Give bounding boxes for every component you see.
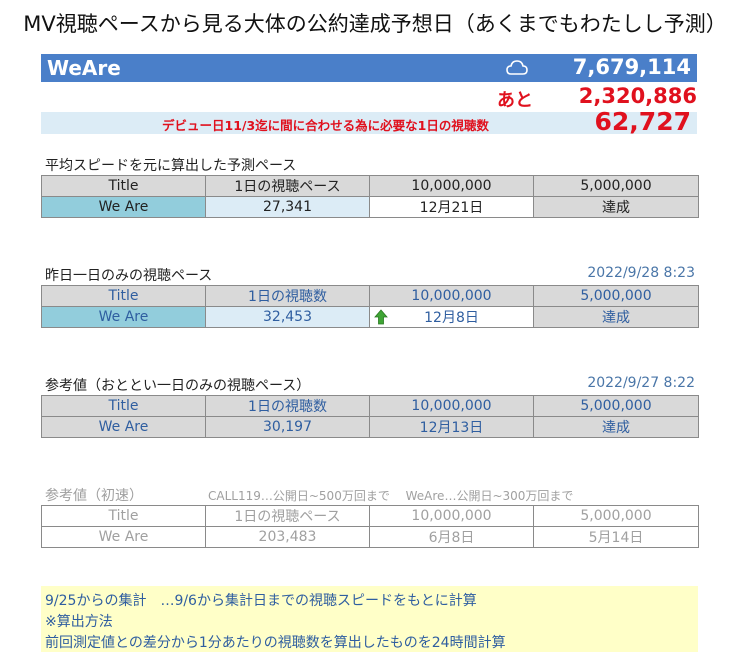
header-cell: 5,000,000 (533, 395, 699, 417)
avg-heading: 平均スピードを元に算出した予測ペース (45, 158, 297, 174)
header-cell: 1日の視聴ペース (205, 505, 370, 527)
pace-cell: 203,483 (205, 526, 370, 548)
table-header-row: Title 1日の視聴ペース 10,000,000 5,000,000 (41, 505, 699, 527)
header-cell: 10,000,000 (369, 505, 534, 527)
date-5m-cell: 達成 (533, 306, 699, 328)
table-row: We Are 27,341 12月21日 達成 (41, 196, 699, 218)
yesterday-timestamp: 2022/9/28 8:23 (587, 265, 695, 281)
header-cell: 5,000,000 (533, 285, 699, 307)
views-value: 32,453 (263, 309, 312, 325)
artist-name: WeAre (47, 56, 121, 80)
header-cell: Title (41, 395, 206, 417)
yesterday-table: Title 1日の視聴数 10,000,000 5,000,000 We Are… (41, 285, 699, 328)
remaining-value: 2,320,886 (578, 84, 697, 108)
required-daily-bar: デビュー日11/3迄に間に合わせる為に必要な1日の視聴数 62,727 (41, 107, 697, 136)
header-cell: 10,000,000 (369, 175, 534, 197)
remaining-label: あと (497, 90, 533, 111)
pace-cell: 27,341 (205, 196, 370, 218)
header-cell: 1日の視聴ペース (205, 175, 370, 197)
title-cell: We Are (41, 306, 206, 328)
title-cell: We Are (41, 526, 206, 548)
title-cell: We Are (41, 416, 206, 438)
first-heading: 参考値（初速） (45, 488, 143, 504)
notes-box: 9/25からの集計 …9/6から集計日までの視聴スピードをもとに計算 ※算出方法… (41, 586, 698, 652)
up-arrow-icon (374, 309, 388, 325)
header-cell: 1日の視聴数 (205, 395, 370, 417)
summary-bar: WeAre 7,679,114 (41, 54, 697, 82)
date-10m-cell: 12月13日 (369, 416, 534, 438)
header-cell: 5,000,000 (533, 175, 699, 197)
table-row: We Are 30,197 12月13日 達成 (41, 416, 699, 438)
views-cell: 32,453 (205, 306, 388, 328)
header-cell: Title (41, 175, 206, 197)
cloud-icon (506, 60, 528, 75)
header-cell: 1日の視聴数 (205, 285, 370, 307)
required-daily-label: デビュー日11/3迄に間に合わせる為に必要な1日の視聴数 (162, 118, 489, 133)
first-note: CALL119…公開日~500万回まで WeAre…公開日~300万回まで (208, 489, 574, 503)
first-table: Title 1日の視聴ペース 10,000,000 5,000,000 We A… (41, 505, 699, 548)
header-cell: Title (41, 285, 206, 307)
ref-timestamp: 2022/9/27 8:22 (587, 375, 695, 391)
note-line: 前回測定値との差分から1分あたりの視聴数を算出したものを24時間計算 (45, 635, 506, 651)
table-row: We Are 32,453 12月8日 達成 (41, 306, 699, 328)
date-10m-cell: 6月8日 (369, 526, 534, 548)
yesterday-heading: 昨日一日のみの視聴ペース (45, 268, 213, 284)
page-title: MV視聴ペースから見る大体の公約達成予想日（あくまでもわたしし予測） (23, 12, 727, 36)
ref-table: Title 1日の視聴数 10,000,000 5,000,000 We Are… (41, 395, 699, 438)
views-cell: 30,197 (205, 416, 370, 438)
ref-heading: 参考値（おととい一日のみの視聴ペース） (45, 378, 311, 394)
table-header-row: Title 1日の視聴数 10,000,000 5,000,000 (41, 285, 699, 307)
note-line: ※算出方法 (45, 614, 113, 630)
date-10m-cell: 12月21日 (369, 196, 534, 218)
avg-table: Title 1日の視聴ペース 10,000,000 5,000,000 We A… (41, 175, 699, 218)
table-header-row: Title 1日の視聴数 10,000,000 5,000,000 (41, 395, 699, 417)
date-5m-cell: 達成 (533, 416, 699, 438)
header-cell: 10,000,000 (369, 395, 534, 417)
date-10m-cell: 12月8日 (369, 306, 534, 328)
header-cell: Title (41, 505, 206, 527)
current-views: 7,679,114 (572, 55, 691, 79)
note-line: 9/25からの集計 …9/6から集計日までの視聴スピードをもとに計算 (45, 593, 477, 609)
required-daily-value: 62,727 (594, 107, 691, 136)
table-header-row: Title 1日の視聴ペース 10,000,000 5,000,000 (41, 175, 699, 197)
date-5m-cell: 5月14日 (533, 526, 699, 548)
date-5m-cell: 達成 (533, 196, 699, 218)
header-cell: 10,000,000 (369, 285, 534, 307)
title-cell: We Are (41, 196, 206, 218)
table-row: We Are 203,483 6月8日 5月14日 (41, 526, 699, 548)
header-cell: 5,000,000 (533, 505, 699, 527)
